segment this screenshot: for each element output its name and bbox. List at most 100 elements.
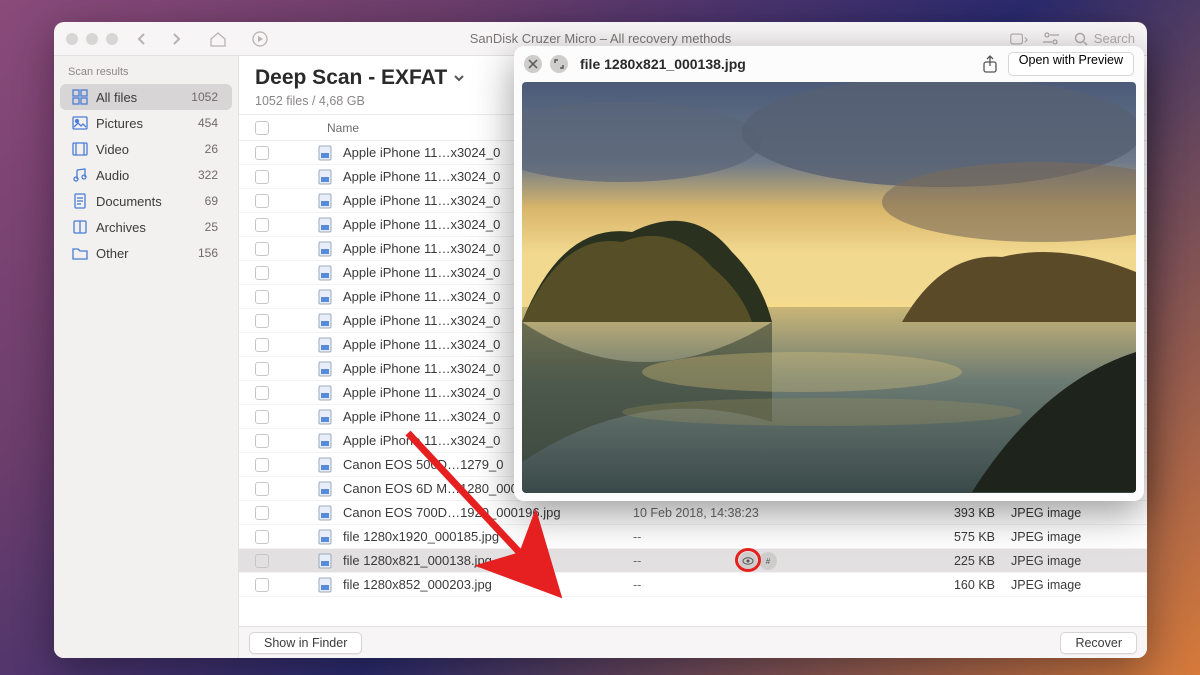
row-checkbox[interactable]	[255, 194, 269, 208]
footer-bar: Show in Finder Recover	[239, 626, 1147, 658]
row-checkbox[interactable]	[255, 482, 269, 496]
recover-button[interactable]: Recover	[1060, 632, 1137, 654]
minimize-window-button[interactable]	[86, 33, 98, 45]
sidebar-item-count: 25	[205, 220, 218, 234]
preview-close-button[interactable]	[524, 55, 542, 73]
jpeg-file-icon	[317, 169, 333, 185]
forward-button[interactable]	[166, 29, 186, 49]
grid-icon	[72, 89, 88, 105]
sidebar: Scan results All files1052Pictures454Vid…	[54, 56, 239, 658]
view-options-button[interactable]	[1010, 30, 1028, 48]
row-checkbox[interactable]	[255, 410, 269, 424]
jpeg-file-icon	[317, 457, 333, 473]
sidebar-item-label: Pictures	[96, 116, 143, 131]
zoom-window-button[interactable]	[106, 33, 118, 45]
row-checkbox[interactable]	[255, 266, 269, 280]
sidebar-item-label: Documents	[96, 194, 162, 209]
doc-icon	[72, 193, 88, 209]
jpeg-file-icon	[317, 529, 333, 545]
jpeg-file-icon	[317, 217, 333, 233]
show-in-finder-button[interactable]: Show in Finder	[249, 632, 362, 654]
row-checkbox[interactable]	[255, 578, 269, 592]
file-size: 393 KB	[930, 506, 995, 520]
sidebar-item-count: 454	[198, 116, 218, 130]
row-checkbox[interactable]	[255, 554, 269, 568]
sidebar-item-other[interactable]: Other 156	[60, 240, 232, 266]
sidebar-item-count: 1052	[191, 90, 218, 104]
close-window-button[interactable]	[66, 33, 78, 45]
sidebar-item-audio[interactable]: Audio322	[60, 162, 232, 188]
search-placeholder: Search	[1094, 31, 1135, 46]
jpeg-file-icon	[317, 433, 333, 449]
sidebar-item-pictures[interactable]: Pictures 454	[60, 110, 232, 136]
results-title: Deep Scan - EXFAT	[255, 66, 447, 90]
row-checkbox[interactable]	[255, 458, 269, 472]
rescan-button[interactable]	[250, 29, 270, 49]
jpeg-file-icon	[317, 385, 333, 401]
file-name: file 1280x852_000203.jpg	[343, 577, 623, 592]
file-row[interactable]: Canon EOS 700D…1920_000196.jpg10 Feb 201…	[239, 501, 1147, 525]
search-icon	[1074, 32, 1088, 46]
file-row[interactable]: file 1280x852_000203.jpg -- 160 KB JPEG ima…	[239, 573, 1147, 597]
row-checkbox[interactable]	[255, 362, 269, 376]
file-row[interactable]: file 1280x821_000138.jpg#--225 KBJPEG im…	[239, 549, 1147, 573]
row-checkbox[interactable]	[255, 146, 269, 160]
sidebar-item-documents[interactable]: Documents69	[60, 188, 232, 214]
sidebar-item-label: Archives	[96, 220, 146, 235]
back-button[interactable]	[132, 29, 152, 49]
jpeg-file-icon	[317, 361, 333, 377]
home-button[interactable]	[208, 29, 228, 49]
column-name[interactable]: Name	[327, 121, 359, 135]
row-checkbox[interactable]	[255, 170, 269, 184]
row-checkbox[interactable]	[255, 242, 269, 256]
sidebar-item-count: 26	[205, 142, 218, 156]
row-checkbox[interactable]	[255, 218, 269, 232]
sidebar-item-label: All files	[96, 90, 137, 105]
row-checkbox[interactable]	[255, 314, 269, 328]
sidebar-item-label: Other	[96, 246, 129, 261]
file-kind: JPEG image	[1011, 530, 1131, 544]
file-kind: JPEG image	[1011, 578, 1131, 592]
row-checkbox[interactable]	[255, 434, 269, 448]
file-size: 160 KB	[930, 578, 995, 592]
jpeg-file-icon	[317, 337, 333, 353]
select-all-checkbox[interactable]	[255, 121, 269, 135]
row-checkbox[interactable]	[255, 530, 269, 544]
preview-filename: file 1280x821_000138.jpg	[580, 56, 746, 72]
file-date: --	[633, 578, 883, 592]
traffic-lights	[66, 33, 118, 45]
row-checkbox[interactable]	[255, 386, 269, 400]
sidebar-item-archives[interactable]: Archives 25	[60, 214, 232, 240]
row-checkbox[interactable]	[255, 506, 269, 520]
search-field[interactable]: Search	[1074, 31, 1135, 46]
row-checkbox[interactable]	[255, 290, 269, 304]
share-button[interactable]	[982, 55, 998, 73]
archive-icon	[72, 219, 88, 235]
jpeg-file-icon	[317, 289, 333, 305]
sidebar-item-label: Audio	[96, 168, 129, 183]
jpeg-file-icon	[317, 313, 333, 329]
jpeg-file-icon	[317, 409, 333, 425]
image-icon	[72, 115, 88, 131]
filter-button[interactable]	[1042, 30, 1060, 48]
folder-icon	[72, 245, 88, 261]
file-row[interactable]: file 1280x1920_000185.jpg--575 KBJPEG im…	[239, 525, 1147, 549]
sidebar-item-video[interactable]: Video26	[60, 136, 232, 162]
music-icon	[72, 167, 88, 183]
file-name: file 1280x821_000138.jpg	[343, 553, 623, 568]
preview-expand-button[interactable]	[550, 55, 568, 73]
file-name: file 1280x1920_000185.jpg	[343, 529, 623, 544]
file-name: Canon EOS 700D…1920_000196.jpg	[343, 505, 623, 520]
sidebar-item-all-files[interactable]: All files 1052	[60, 84, 232, 110]
annotation-highlight-circle	[735, 548, 761, 572]
row-checkbox[interactable]	[255, 338, 269, 352]
jpeg-file-icon	[317, 193, 333, 209]
preview-toolbar: file 1280x821_000138.jpg Open with Previ…	[514, 46, 1144, 82]
jpeg-file-icon	[317, 241, 333, 257]
open-with-preview-button[interactable]: Open with Preview	[1008, 52, 1134, 76]
file-date: --	[633, 530, 883, 544]
sidebar-item-count: 156	[198, 246, 218, 260]
hex-view-button[interactable]: #	[759, 552, 777, 570]
jpeg-file-icon	[317, 505, 333, 521]
chevron-down-icon[interactable]	[453, 72, 465, 84]
